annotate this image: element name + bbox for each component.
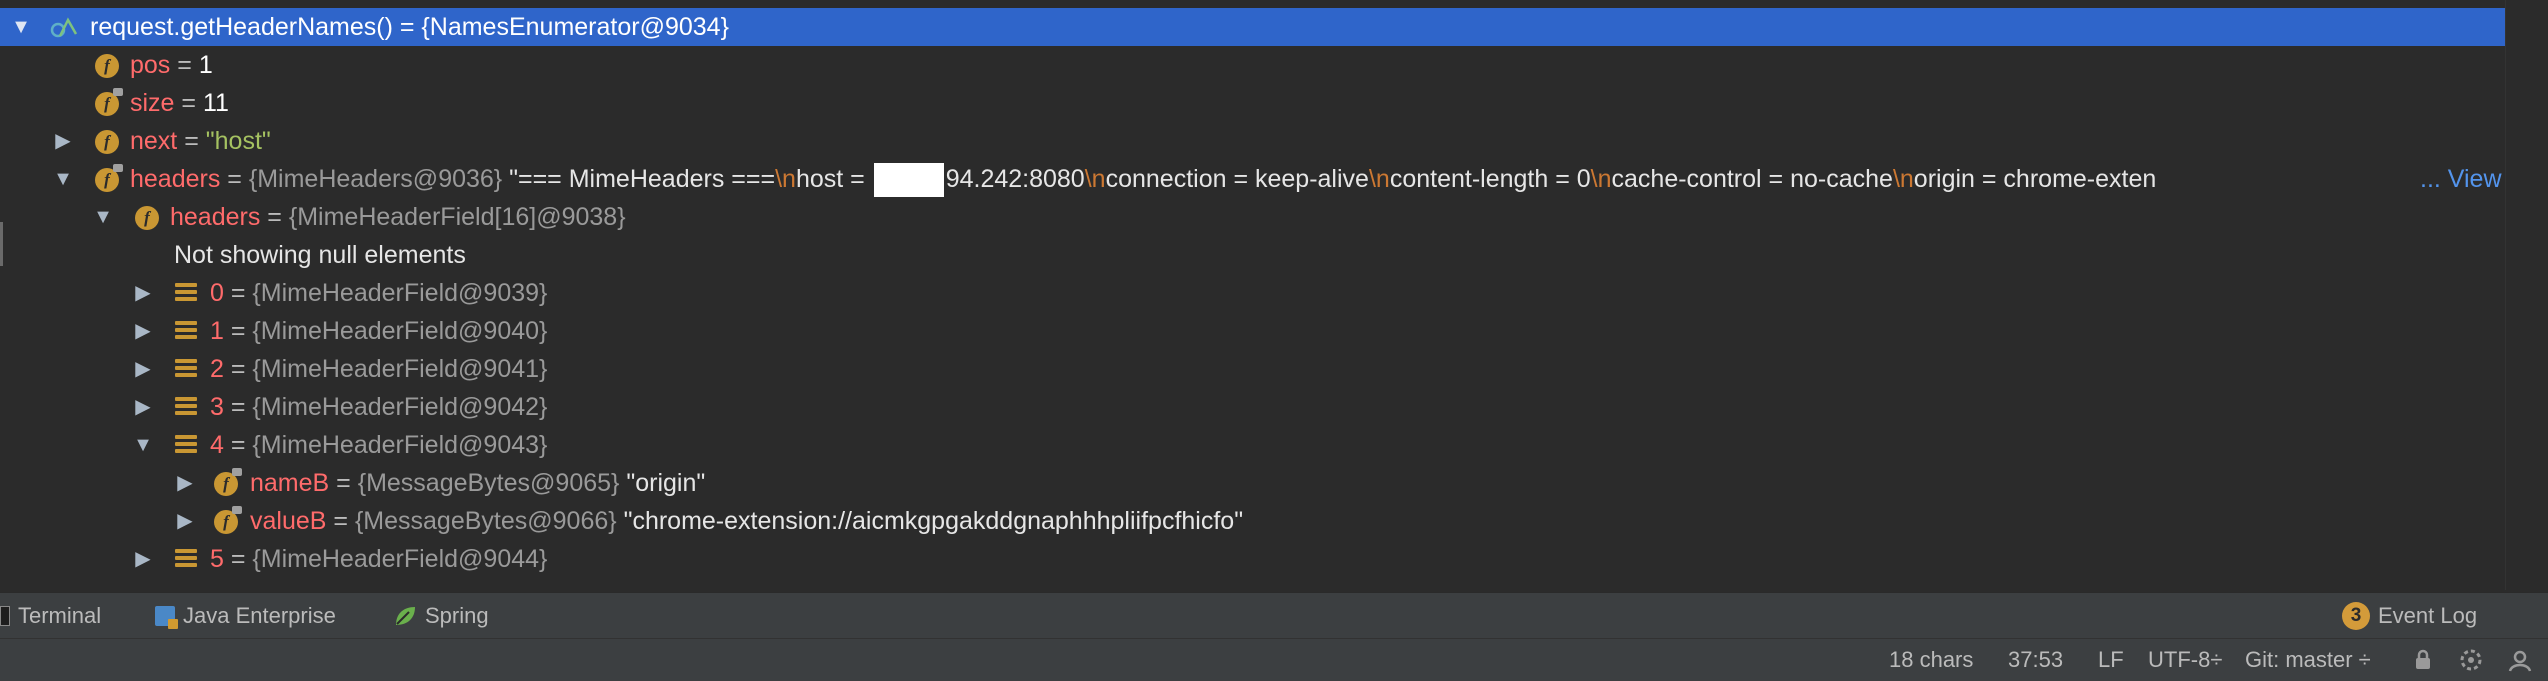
caret-position[interactable]: 37:53: [2008, 639, 2063, 681]
row-name: 3: [210, 393, 224, 421]
row-reference: {MimeHeaderField@9043}: [252, 431, 548, 459]
expanded-arrow-icon[interactable]: ▼: [92, 198, 114, 236]
hector-icon[interactable]: [2506, 647, 2534, 673]
array-element-icon: [175, 321, 197, 341]
row-reference: {MimeHeaderField@9039}: [252, 279, 548, 307]
collapsed-arrow-icon[interactable]: ▶: [132, 350, 154, 388]
row-name: valueB: [250, 507, 327, 535]
collapsed-arrow-icon[interactable]: ▶: [132, 274, 154, 312]
row-name: pos: [130, 51, 171, 79]
tree-row-nameB[interactable]: ▶ f nameB = {MessageBytes@9065} "origin": [0, 464, 2505, 502]
tree-row-pos[interactable]: f pos = 1: [0, 46, 2505, 84]
array-element-icon: [175, 359, 197, 379]
lock-icon: [232, 506, 242, 514]
collapsed-arrow-icon[interactable]: ▶: [174, 464, 196, 502]
row-name: 0: [210, 279, 224, 307]
row-value: "host": [205, 127, 271, 155]
row-reference: {NamesEnumerator@9034}: [421, 13, 729, 41]
terminal-tab[interactable]: Terminal: [0, 593, 101, 639]
java-enterprise-tab[interactable]: Java Enterprise: [155, 593, 336, 639]
tree-row-element-2[interactable]: ▶ 2 = {MimeHeaderField@9041}: [0, 350, 2505, 388]
row-name: headers: [130, 165, 221, 193]
event-log-tab[interactable]: 3 Event Log: [2342, 593, 2477, 639]
row-name: headers: [170, 203, 261, 231]
git-branch[interactable]: Git: master ÷: [2245, 639, 2371, 681]
collapsed-arrow-icon[interactable]: ▶: [132, 388, 154, 426]
watch-expression-icon: [50, 17, 78, 38]
field-icon: f: [214, 468, 242, 496]
selection-chars: 18 chars: [1889, 647, 1974, 672]
row-value: "origin": [619, 469, 706, 497]
row-value: 11: [202, 89, 229, 117]
array-element-icon: [175, 549, 197, 569]
row-name: size: [130, 89, 175, 117]
row-reference: {MessageBytes@9066}: [354, 507, 617, 535]
tree-row-size[interactable]: f size = 11: [0, 84, 2505, 122]
line-separator[interactable]: LF: [2098, 639, 2124, 681]
row-value: 1: [198, 51, 213, 79]
lock-icon: [232, 468, 242, 476]
expanded-arrow-icon[interactable]: ▼: [52, 160, 74, 198]
view-link[interactable]: ... View: [2420, 160, 2502, 198]
collapsed-arrow-icon[interactable]: ▶: [132, 540, 154, 578]
tree-row-element-3[interactable]: ▶ 3 = {MimeHeaderField@9042}: [0, 388, 2505, 426]
collapsed-arrow-icon[interactable]: ▶: [132, 312, 154, 350]
row-reference: {MessageBytes@9065}: [357, 469, 620, 497]
row-name: next: [130, 127, 178, 155]
tree-row-element-0[interactable]: ▶ 0 = {MimeHeaderField@9039}: [0, 274, 2505, 312]
java-enterprise-icon: [155, 606, 178, 629]
row-name: 5: [210, 545, 224, 573]
row-name: 1: [210, 317, 224, 345]
tree-row-next[interactable]: ▶ f next = "host": [0, 122, 2505, 160]
debugger-variables-tree: ▼ request.getHeaderNames() = {NamesEnume…: [0, 0, 2505, 590]
array-element-icon: [175, 435, 197, 455]
lock-icon[interactable]: [2414, 649, 2432, 671]
field-icon: f: [135, 206, 159, 230]
tree-row-element-5[interactable]: ▶ 5 = {MimeHeaderField@9044}: [0, 540, 2505, 578]
tree-row-watch[interactable]: ▼ request.getHeaderNames() = {NamesEnume…: [0, 8, 2505, 46]
spring-tab[interactable]: Spring: [393, 593, 489, 639]
collapsed-arrow-icon[interactable]: ▶: [174, 502, 196, 540]
lock-icon: [113, 164, 123, 172]
field-icon: f: [95, 54, 119, 78]
spring-leaf-icon: [396, 607, 415, 625]
inspector-icon[interactable]: [2458, 647, 2484, 673]
row-name: 4: [210, 431, 224, 459]
expanded-arrow-icon[interactable]: ▼: [132, 426, 154, 464]
tree-row-info: Not showing null elements: [0, 236, 2505, 274]
tree-row-element-4[interactable]: ▼ 4 = {MimeHeaderField@9043}: [0, 426, 2505, 464]
file-encoding[interactable]: UTF-8÷: [2148, 639, 2222, 681]
row-value: "chrome-extension://aicmkgpgakddgnaphhhp…: [616, 507, 1244, 535]
row-name: request.getHeaderNames(): [90, 13, 393, 41]
vertical-scrollbar[interactable]: [2505, 0, 2548, 590]
array-element-icon: [175, 397, 197, 417]
redacted-mask: [873, 163, 944, 198]
expanded-arrow-icon[interactable]: ▼: [10, 8, 32, 46]
field-icon: f: [95, 164, 123, 192]
tree-row-valueB[interactable]: ▶ f valueB = {MessageBytes@9066} "chrome…: [0, 502, 2505, 540]
gutter-marker: [0, 222, 3, 266]
row-name: 2: [210, 355, 224, 383]
field-icon: f: [214, 506, 242, 534]
tree-row-element-1[interactable]: ▶ 1 = {MimeHeaderField@9040}: [0, 312, 2505, 350]
row-reference: {MimeHeaderField@9044}: [252, 545, 548, 573]
row-reference: {MimeHeaderField@9040}: [252, 317, 548, 345]
field-icon: f: [95, 130, 119, 154]
tree-row-headers[interactable]: ▼ f headers = {MimeHeaders@9036} "=== Mi…: [0, 160, 2505, 198]
lock-icon: [113, 88, 123, 96]
collapsed-arrow-icon[interactable]: ▶: [52, 122, 74, 160]
row-reference: {MimeHeaderField@9042}: [252, 393, 548, 421]
event-count-badge: 3: [2342, 602, 2370, 630]
tree-row-headers-array[interactable]: ▼ f headers = {MimeHeaderField[16]@9038}: [0, 198, 2505, 236]
row-name: nameB: [250, 469, 330, 497]
info-text: Not showing null elements: [174, 241, 466, 269]
row-reference: {MimeHeaders@9036}: [248, 165, 503, 193]
tool-window-bar: Terminal Java Enterprise Spring 3 Event …: [0, 592, 2548, 639]
status-bar: 18 chars 37:53 LF UTF-8÷ Git: master ÷: [0, 638, 2548, 681]
array-element-icon: [175, 283, 197, 303]
row-reference: {MimeHeaderField@9041}: [252, 355, 548, 383]
row-reference: {MimeHeaderField[16]@9038}: [288, 203, 626, 231]
terminal-icon: [0, 606, 10, 626]
field-icon: f: [95, 88, 123, 116]
